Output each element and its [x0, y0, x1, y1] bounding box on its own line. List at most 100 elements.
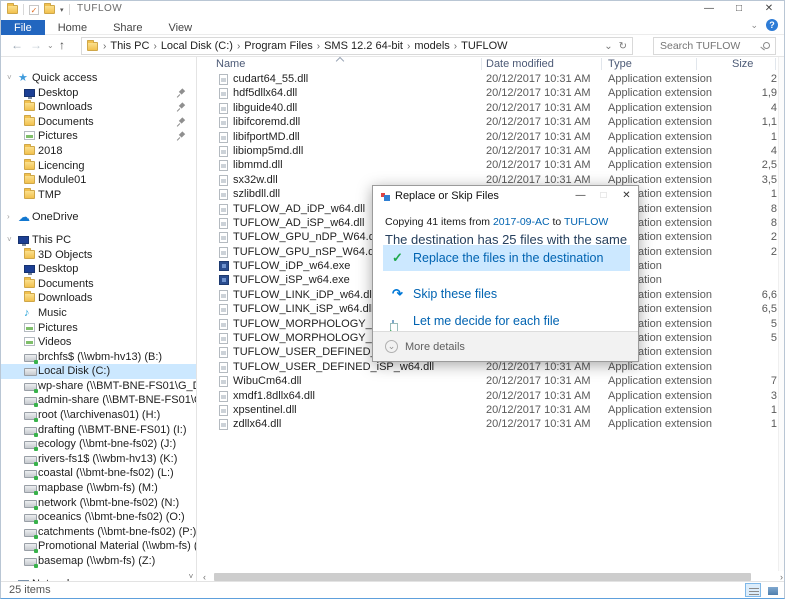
destination-folder-link[interactable]: TUFLOW [564, 216, 608, 228]
sidebar-item-coastal-bmt-bne-fs02-l-[interactable]: coastal (\\bmt-bne-fs02) (L:) [1, 466, 196, 481]
sidebar-item-ecology-bmt-bne-fs02-j-[interactable]: ecology (\\bmt-bne-fs02) (J:) [1, 437, 196, 452]
column-header-name[interactable]: Name [216, 58, 245, 70]
new-folder-icon[interactable] [44, 5, 55, 14]
file-row[interactable]: libiomp5md.dll20/12/2017 10:31 AMApplica… [198, 144, 785, 158]
sidebar-item-this-pc[interactable]: ˅This PC [1, 233, 196, 248]
file-row[interactable]: hdf5dllx64.dll20/12/2017 10:31 AMApplica… [198, 86, 785, 100]
address-dropdown-icon[interactable]: ⌄ [604, 41, 612, 52]
column-header-type[interactable]: Type [608, 58, 632, 70]
sidebar-item-documents[interactable]: Documents [1, 277, 196, 292]
refresh-icon[interactable]: ↻ [619, 41, 627, 52]
address-box[interactable]: › This PC›Local Disk (C:)›Program Files›… [81, 37, 633, 55]
sidebar-item-documents[interactable]: Documents [1, 115, 196, 130]
folder-icon [24, 175, 35, 184]
sidebar-item-pictures[interactable]: Pictures [1, 129, 196, 144]
forward-icon[interactable]: → [30, 38, 42, 52]
file-size: 4 [771, 101, 777, 115]
sidebar-item-mapbase-wbm-fs-m-[interactable]: mapbase (\\wbm-fs) (M:) [1, 481, 196, 496]
dialog-minimize-button[interactable]: — [569, 186, 592, 206]
sidebar-item-onedrive[interactable]: ›☁OneDrive [1, 210, 196, 225]
breadcrumb-segment[interactable]: This PC [107, 40, 152, 52]
file-size: 2 [771, 72, 777, 86]
file-row[interactable]: libguide40.dll20/12/2017 10:31 AMApplica… [198, 101, 785, 115]
sidebar-item-desktop[interactable]: Desktop [1, 86, 196, 101]
chevron-right-icon[interactable]: › [7, 210, 10, 225]
decide-each-option[interactable]: Let me decide for each file [383, 309, 630, 333]
breadcrumb-segment[interactable]: SMS 12.2 64-bit [321, 40, 406, 52]
sidebar-item-3d-objects[interactable]: 3D Objects [1, 248, 196, 263]
column-header-date[interactable]: Date modified [486, 58, 554, 70]
sidebar-item-2018[interactable]: 2018 [1, 144, 196, 159]
chevron-down-icon[interactable]: ˅ [7, 71, 12, 86]
sidebar-item-catchments-bmt-bne-fs02-p-[interactable]: catchments (\\bmt-bne-fs02) (P:) [1, 525, 196, 540]
replace-files-option[interactable]: ✓ Replace the files in the destination [383, 245, 630, 271]
sidebar-item-label: admin-share (\\BMT-BNE-FS01\G_Drive) (G:… [38, 393, 197, 408]
minimize-button[interactable]: — [694, 1, 724, 17]
sidebar-item-root-archivenas01-h-[interactable]: root (\\archivenas01) (H:) [1, 408, 196, 423]
expand-ribbon-icon[interactable]: ⌄ [750, 20, 758, 31]
sidebar-item-licencing[interactable]: Licencing [1, 159, 196, 174]
maximize-button[interactable]: □ [724, 1, 754, 17]
search-input[interactable] [660, 39, 755, 53]
chevron-down-icon[interactable]: ˅ [7, 233, 12, 248]
details-view-button[interactable] [745, 583, 761, 597]
drive-net-icon [24, 383, 37, 391]
breadcrumb-segment[interactable]: TUFLOW [458, 40, 510, 52]
close-button[interactable]: ✕ [754, 1, 784, 17]
large-icons-view-button[interactable] [764, 583, 780, 597]
sidebar-item-pictures[interactable]: Pictures [1, 321, 196, 336]
sidebar-item-brchfs-wbm-hv13-b-[interactable]: brchfs$ (\\wbm-hv13) (B:) [1, 350, 196, 365]
breadcrumb-segment[interactable]: Program Files [241, 40, 315, 52]
sidebar-item-rivers-fs1-wbm-hv13-k-[interactable]: rivers-fs1$ (\\wbm-hv13) (K:) [1, 452, 196, 467]
skip-files-option[interactable]: ↷ Skip these files [383, 282, 630, 306]
up-icon[interactable]: ↑ [59, 38, 65, 52]
pic-icon [24, 131, 35, 140]
sidebar-item-admin-share-bmt-bne-fs01-g-dri[interactable]: admin-share (\\BMT-BNE-FS01\G_Drive) (G:… [1, 393, 196, 408]
sidebar-item-promotional-material-wbm-fs-q-[interactable]: Promotional Material (\\wbm-fs) (Q:) [1, 539, 196, 554]
file-row[interactable]: WibuCm64.dll20/12/2017 10:31 AMApplicati… [198, 374, 785, 388]
file-row[interactable]: libifportMD.dll20/12/2017 10:31 AMApplic… [198, 130, 785, 144]
sidebar-item-module01[interactable]: Module01 [1, 173, 196, 188]
sidebar-item-downloads[interactable]: Downloads [1, 100, 196, 115]
scrollbar-thumb[interactable] [214, 573, 751, 581]
sidebar-item-network-bmt-bne-fs02-n-[interactable]: network (\\bmt-bne-fs02) (N:) [1, 496, 196, 511]
back-icon[interactable]: ← [11, 38, 23, 52]
file-row[interactable]: libifcoremd.dll20/12/2017 10:31 AMApplic… [198, 115, 785, 129]
file-list-scrollbar[interactable] [778, 57, 785, 571]
sidebar-item-wp-share-bmt-bne-fs01-g-drive-[interactable]: wp-share (\\BMT-BNE-FS01\G_Drive) (F:) [1, 379, 196, 394]
properties-icon[interactable]: ✓ [29, 5, 39, 15]
file-name: TUFLOW_AD_iDP_w64.dll [233, 202, 365, 216]
help-icon[interactable]: ? [766, 19, 778, 31]
source-folder-link[interactable]: 2017-09-AC [493, 216, 550, 228]
more-details-toggle[interactable]: More details [405, 341, 465, 353]
file-row[interactable]: libmmd.dll20/12/2017 10:31 AMApplication… [198, 158, 785, 172]
breadcrumb-segment[interactable]: models [411, 40, 452, 52]
file-row[interactable]: xpsentinel.dll20/12/2017 10:31 AMApplica… [198, 403, 785, 417]
drive-net-icon [24, 441, 37, 449]
file-row[interactable]: cudart64_55.dll20/12/2017 10:31 AMApplic… [198, 72, 785, 86]
file-name: TUFLOW_GPU_nDP_W64.dll [233, 230, 380, 244]
sidebar-item-tmp[interactable]: TMP [1, 188, 196, 203]
file-row[interactable]: xmdf1.8dllx64.dll20/12/2017 10:31 AMAppl… [198, 389, 785, 403]
sidebar-item-music[interactable]: ♪Music [1, 306, 196, 321]
breadcrumb-segment[interactable]: Local Disk (C:) [158, 40, 236, 52]
file-name: libmmd.dll [233, 158, 283, 172]
sidebar-item-oceanics-bmt-bne-fs02-o-[interactable]: oceanics (\\bmt-bne-fs02) (O:) [1, 510, 196, 525]
sidebar-item-downloads[interactable]: Downloads [1, 291, 196, 306]
sidebar-item-quick-access[interactable]: ˅★Quick access [1, 71, 196, 86]
file-date: 20/12/2017 10:31 AM [486, 86, 591, 100]
copy-middle: to [550, 216, 564, 228]
sidebar-item-videos[interactable]: Videos [1, 335, 196, 350]
sidebar-item-local-disk-c-[interactable]: Local Disk (C:) [1, 364, 196, 379]
chevron-down-icon[interactable]: ⌄ [385, 340, 398, 353]
sidebar-item-basemap-wbm-fs-z-[interactable]: basemap (\\wbm-fs) (Z:) [1, 554, 196, 569]
qat-customize-icon[interactable]: ▾ [60, 6, 64, 14]
sidebar-item-desktop[interactable]: Desktop [1, 262, 196, 277]
sidebar-item-drafting-bmt-bne-fs01-i-[interactable]: drafting (\\BMT-BNE-FS01) (I:) [1, 423, 196, 438]
column-header-size[interactable]: Size [732, 58, 753, 70]
dll-icon [219, 247, 228, 258]
file-row[interactable]: zdllx64.dll20/12/2017 10:31 AMApplicatio… [198, 417, 785, 431]
dialog-close-button[interactable]: ✕ [615, 186, 638, 206]
search-icon[interactable] [763, 42, 770, 49]
recent-locations-icon[interactable]: ⌄ [47, 41, 54, 50]
